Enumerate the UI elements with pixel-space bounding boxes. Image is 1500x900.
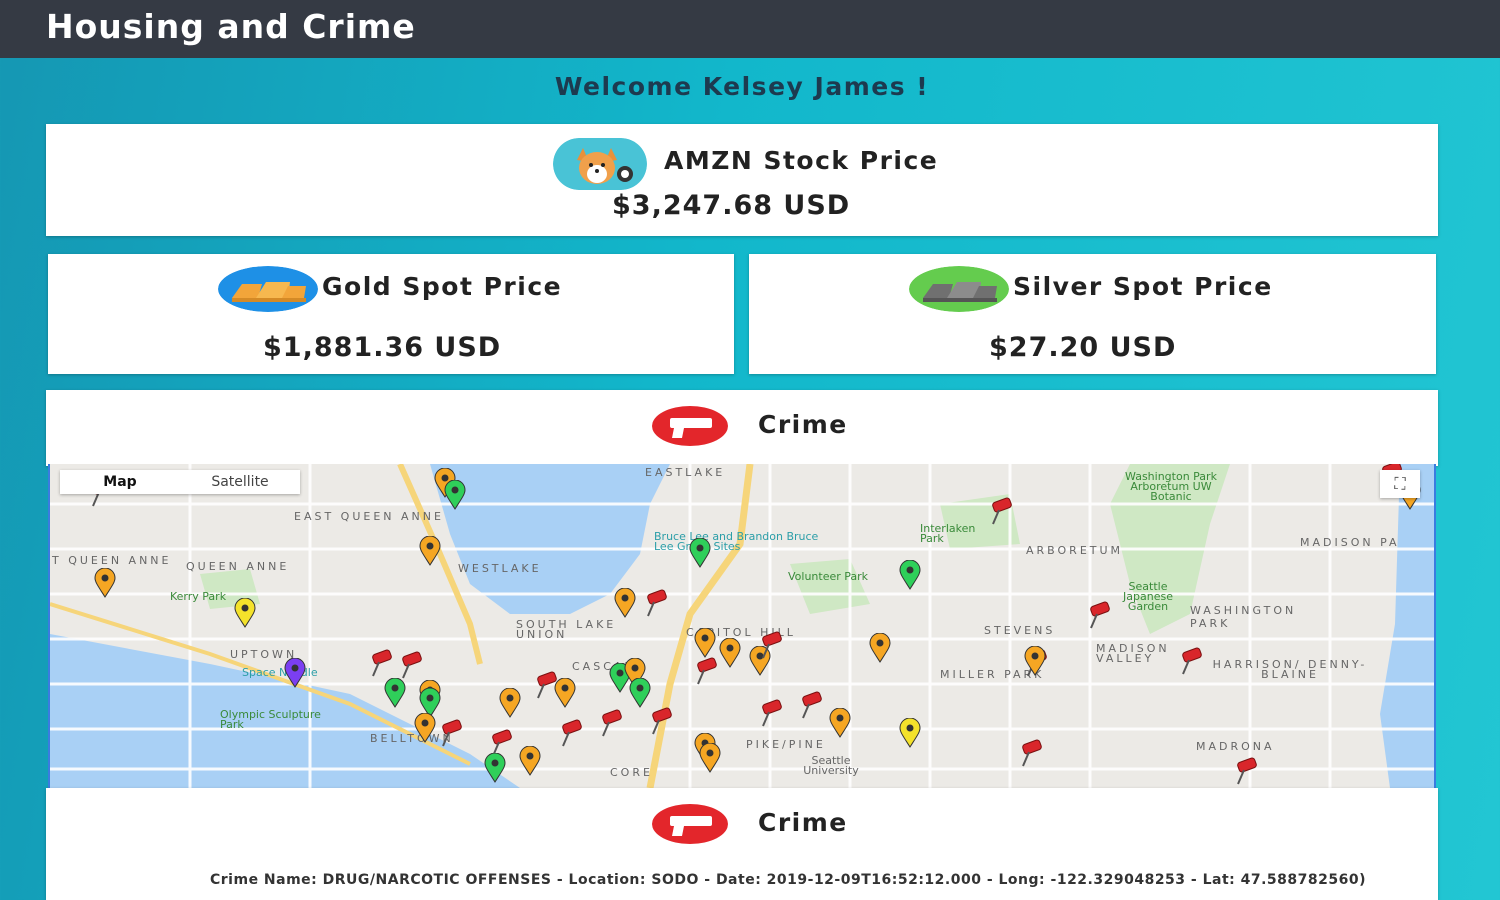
map-pin-icon[interactable] — [484, 752, 506, 783]
crime-detail-card: Crime Crime Name: DRUG/NARCOTIC OFFENSES… — [46, 788, 1438, 900]
map-pin-icon[interactable] — [94, 567, 116, 598]
map-pin-icon[interactable] — [1087, 600, 1110, 630]
map-label-seattle-university: Seattle University — [803, 754, 859, 777]
map-pin-icon[interactable] — [869, 632, 891, 663]
amzn-price: $3,247.68 USD — [612, 190, 851, 221]
crime-card: Crime — [46, 390, 1438, 466]
map-label-pike-pine: PIKE/PINE — [746, 738, 826, 751]
app-title: Housing and Crime — [46, 7, 416, 46]
map-view-button[interactable]: Map — [60, 470, 180, 494]
map-pin-icon[interactable] — [599, 708, 622, 738]
map-type-toggle: Map Satellite — [60, 470, 300, 494]
silver-bars-icon — [909, 266, 1009, 312]
map-pin-icon[interactable] — [699, 742, 721, 773]
gold-price-card: Gold Spot Price $1,881.36 USD — [48, 254, 734, 374]
map-label-eastlake: EASTLAKE — [645, 466, 726, 479]
map-pin-icon[interactable] — [899, 559, 921, 590]
silver-price-card: Silver Spot Price $27.20 USD — [749, 254, 1436, 374]
gold-price: $1,881.36 USD — [263, 332, 502, 363]
crime-detail-title: Crime — [758, 808, 848, 837]
map-label-harrison: HARRISON/ DENNY-BLAINE — [1212, 658, 1368, 681]
map-pin-icon[interactable] — [829, 707, 851, 738]
gun-icon — [652, 804, 728, 844]
app-header: Housing and Crime — [0, 0, 1500, 58]
map-pin-icon[interactable] — [439, 718, 462, 748]
map-label-madrona: MADRONA — [1196, 740, 1275, 753]
map-label-east-queen-anne: EAST QUEEN ANNE — [294, 510, 444, 523]
map-pin-icon[interactable] — [444, 479, 466, 510]
map-label-south-lake-union: SOUTH LAKE UNION — [516, 618, 617, 641]
map-pin-icon[interactable] — [1024, 645, 1046, 676]
map-pin-icon[interactable] — [419, 535, 441, 566]
map-pin-icon[interactable] — [384, 677, 406, 708]
map-label-japanese-garden: Seattle Japanese Garden — [1123, 580, 1173, 613]
map-pin-icon[interactable] — [989, 496, 1012, 526]
map-label-olympic-park: Olympic Sculpture Park — [220, 708, 321, 731]
crime-detail-text: Crime Name: DRUG/NARCOTIC OFFENSES - Loc… — [210, 872, 1366, 888]
map-label-space-needle: Space Needle — [242, 666, 318, 679]
silver-title: Silver Spot Price — [1013, 272, 1273, 301]
map-pin-icon[interactable] — [799, 690, 822, 720]
map-label-t-queen-anne: T QUEEN ANNE — [52, 554, 172, 567]
amzn-stock-card: AMZN Stock Price $3,247.68 USD — [46, 124, 1438, 236]
map-pin-icon[interactable] — [414, 712, 436, 743]
map-pin-icon[interactable] — [614, 587, 636, 618]
map-pin-icon[interactable] — [234, 597, 256, 628]
amzn-title: AMZN Stock Price — [664, 146, 939, 175]
crime-map[interactable]: EASTLAKE EAST QUEEN ANNE QUEEN ANNE T QU… — [48, 464, 1436, 788]
welcome-message: Welcome Kelsey James ! — [554, 72, 930, 101]
map-pin-icon[interactable] — [1019, 738, 1042, 768]
silver-price: $27.20 USD — [989, 332, 1177, 363]
map-pin-icon[interactable] — [759, 698, 782, 728]
map-pin-icon[interactable] — [899, 717, 921, 748]
map-pin-icon[interactable] — [534, 670, 557, 700]
map-label-volunteer-park: Volunteer Park — [788, 570, 869, 583]
map-label-arboretum: ARBORETUM — [1026, 544, 1124, 557]
corgi-avatar-icon — [553, 138, 647, 190]
map-pin-icon[interactable] — [284, 657, 306, 688]
map-pin-icon[interactable] — [719, 637, 741, 668]
crime-title: Crime — [758, 410, 848, 439]
satellite-view-button[interactable]: Satellite — [180, 470, 300, 494]
map-label-washington-park: WASHINGTON PARK — [1190, 604, 1297, 630]
gun-icon — [652, 406, 728, 446]
map-label-interlaken: Interlaken Park — [920, 522, 976, 545]
map-label-core: CORE — [610, 766, 653, 779]
map-pin-icon[interactable] — [644, 588, 667, 618]
map-label-kerry-park: Kerry Park — [170, 590, 227, 603]
map-pin-icon[interactable] — [689, 537, 711, 568]
map-label-madison-pa: MADISON PA — [1300, 536, 1400, 549]
map-pin-icon[interactable] — [629, 677, 651, 708]
fullscreen-icon[interactable]: ⛶ — [1380, 470, 1420, 498]
map-pin-icon[interactable] — [1179, 646, 1202, 676]
map-pin-icon[interactable] — [1234, 756, 1257, 786]
map-pin-icon[interactable] — [759, 630, 782, 660]
map-label-washington-park-arboretum: Washington Park Arboretum UW Botanic — [1125, 470, 1217, 503]
map-pin-icon[interactable] — [399, 650, 422, 680]
map-label-stevens: STEVENS — [984, 624, 1056, 637]
map-pin-icon[interactable] — [559, 718, 582, 748]
map-pin-icon[interactable] — [694, 627, 716, 658]
gold-bars-icon — [218, 266, 318, 312]
map-pin-icon[interactable] — [499, 687, 521, 718]
map-label-queen-anne: QUEEN ANNE — [186, 560, 290, 573]
map-pin-icon[interactable] — [649, 706, 672, 736]
map-pin-icon[interactable] — [369, 648, 392, 678]
map-label-bruce-lee: Bruce Lee and Brandon Bruce Lee Grave Si… — [654, 530, 819, 553]
gold-title: Gold Spot Price — [322, 272, 563, 301]
map-label-westlake: WESTLAKE — [458, 562, 542, 575]
map-pin-icon[interactable] — [694, 656, 717, 686]
map-pin-icon[interactable] — [519, 745, 541, 776]
